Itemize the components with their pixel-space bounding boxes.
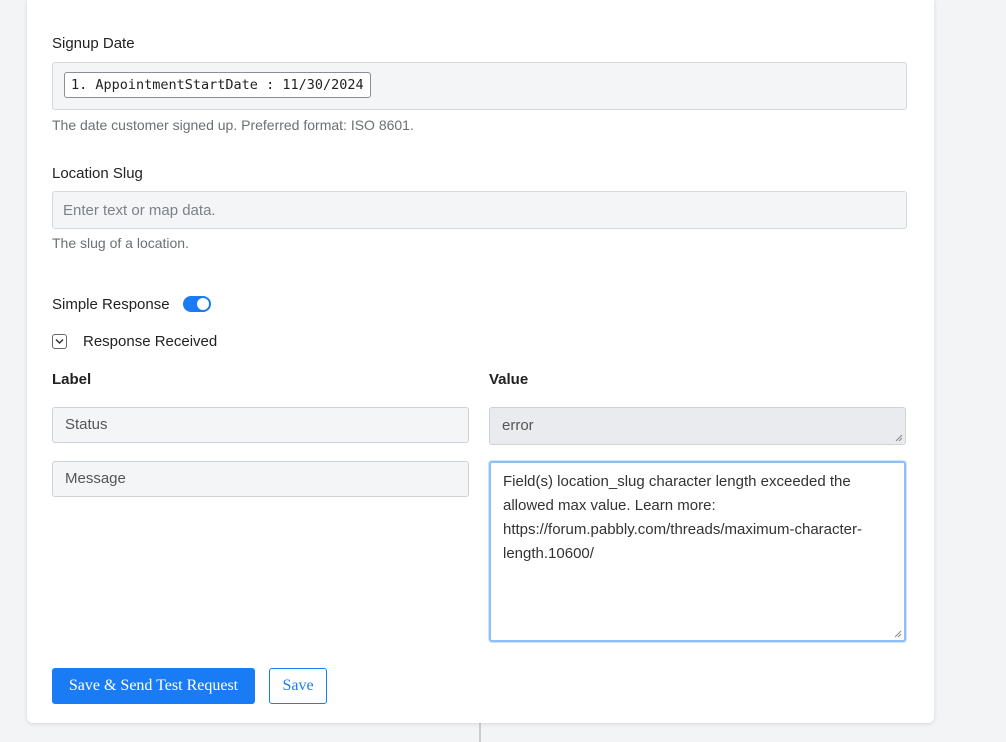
- response-value-message[interactable]: Field(s) location_slug character length …: [489, 461, 906, 642]
- step-connector-line: [479, 722, 481, 742]
- response-label-status: Status: [52, 407, 469, 443]
- location-slug-help: The slug of a location.: [52, 235, 189, 251]
- resize-grip-icon[interactable]: [895, 434, 903, 442]
- value-column-header: Value: [489, 371, 529, 388]
- location-slug-label: Location Slug: [52, 165, 143, 182]
- save-button[interactable]: Save: [269, 668, 327, 704]
- simple-response-toggle[interactable]: [183, 296, 211, 312]
- location-slug-input[interactable]: [52, 191, 907, 229]
- chevron-down-icon[interactable]: [52, 334, 67, 349]
- signup-date-label: Signup Date: [52, 35, 135, 52]
- simple-response-label: Simple Response: [52, 296, 170, 313]
- toggle-knob: [197, 298, 209, 310]
- step-config-card: Signup Date 1. AppointmentStartDate : 11…: [27, 0, 934, 723]
- response-value-status-text: error: [502, 417, 534, 434]
- response-received-label: Response Received: [83, 333, 218, 350]
- response-value-status[interactable]: error: [489, 407, 906, 445]
- mapped-data-chip[interactable]: 1. AppointmentStartDate : 11/30/2024: [64, 72, 371, 98]
- resize-grip-icon[interactable]: [894, 630, 902, 638]
- response-label-message: Message: [52, 461, 469, 497]
- label-column-header: Label: [52, 371, 92, 388]
- signup-date-help: The date customer signed up. Preferred f…: [52, 117, 414, 133]
- response-value-message-text: Field(s) location_slug character length …: [503, 473, 863, 562]
- save-and-send-test-request-button[interactable]: Save & Send Test Request: [52, 668, 255, 704]
- signup-date-mapped-field[interactable]: 1. AppointmentStartDate : 11/30/2024: [52, 62, 907, 110]
